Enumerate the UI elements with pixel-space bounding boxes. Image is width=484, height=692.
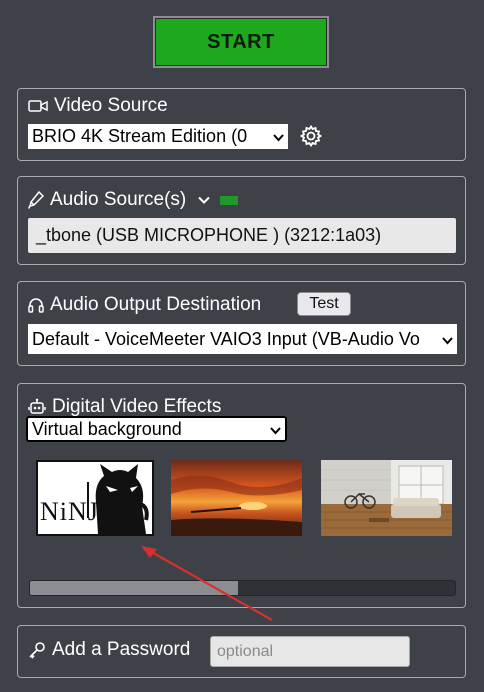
living-room-image (321, 460, 452, 536)
video-effects-title: Digital Video Effects (52, 396, 222, 417)
audio-source-heading: Audio Source(s) (28, 189, 239, 211)
video-source-title: Video Source (54, 95, 168, 116)
video-source-panel: Video Source BRIO 4K Stream Edition (0 (17, 88, 466, 161)
chevron-down-icon[interactable] (198, 196, 210, 205)
video-camera-icon (28, 99, 48, 113)
key-icon (28, 641, 46, 659)
audio-output-select[interactable]: Default - VoiceMeeter VAIO3 Input (VB-Au… (28, 324, 457, 354)
audio-source-title: Audio Source(s) (50, 189, 187, 210)
audio-output-select-value: Default - VoiceMeeter VAIO3 Input (VB-Au… (32, 328, 420, 349)
audio-output-heading: Audio Output Destination (28, 294, 261, 316)
ninja-logo-image: NiNJA (38, 462, 152, 534)
audio-output-title: Audio Output Destination (50, 294, 262, 315)
ninja-logo-text: NiNJA (40, 497, 119, 526)
headphones-icon (28, 297, 44, 313)
video-source-select[interactable]: BRIO 4K Stream Edition (0 (28, 124, 288, 149)
video-effects-heading: Digital Video Effects (28, 396, 221, 418)
start-button[interactable]: START (153, 16, 329, 68)
effect-loading-progress-bar (29, 580, 456, 596)
sunset-pier-image (171, 460, 302, 536)
audio-source-panel: Audio Source(s) _tbone (USB MICROPHONE )… (17, 176, 466, 265)
audio-output-panel: Audio Output Destination Test Default - … (17, 281, 466, 366)
password-title: Add a Password (52, 639, 191, 660)
progress-fill (30, 581, 239, 595)
password-input[interactable] (210, 636, 410, 667)
gear-icon[interactable] (299, 124, 323, 148)
video-source-heading: Video Source (28, 95, 168, 117)
sunset-pier-background[interactable] (171, 460, 302, 536)
chevron-down-icon (273, 126, 284, 147)
microphone-icon (28, 191, 44, 209)
video-source-select-value: BRIO 4K Stream Edition (0 (32, 126, 248, 146)
video-effects-select-value: Virtual background (32, 418, 182, 439)
ninja-logo-background[interactable]: NiNJA (36, 460, 154, 536)
audio-device-item[interactable]: _tbone (USB MICROPHONE ) (3212:1a03) (28, 218, 456, 253)
audio-level-meter (220, 195, 239, 205)
video-effects-panel: Digital Video Effects Virtual background… (17, 383, 466, 608)
chevron-down-icon (442, 329, 453, 350)
video-effects-select[interactable]: Virtual background (26, 416, 287, 442)
password-panel: Add a Password (17, 625, 466, 678)
test-audio-button[interactable]: Test (297, 292, 351, 316)
password-heading: Add a Password (28, 639, 190, 661)
chevron-down-icon (270, 419, 281, 440)
robot-icon (28, 398, 46, 416)
living-room-background[interactable] (321, 460, 452, 536)
